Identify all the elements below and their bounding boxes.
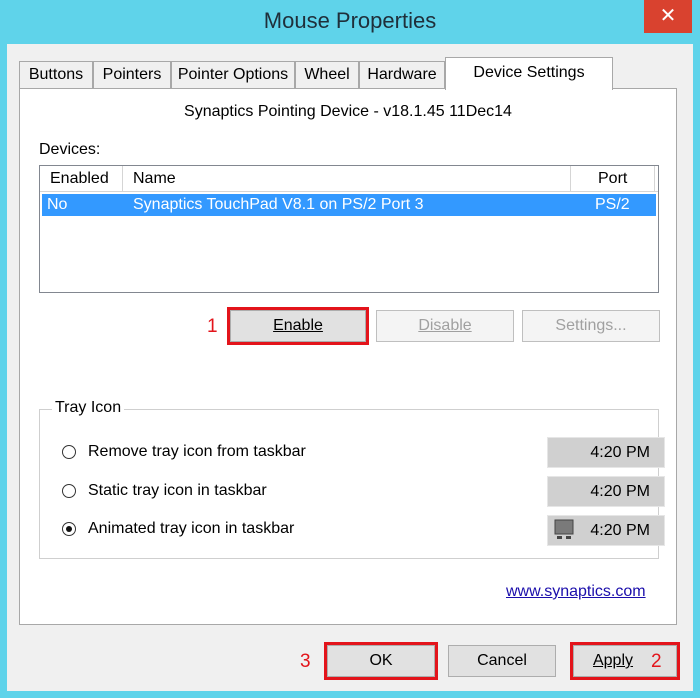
step-1-marker: 1: [207, 316, 218, 337]
tray-preview-time: 4:20 PM: [590, 522, 650, 539]
settings-button-label: Settings...: [555, 317, 627, 334]
tab-buttons[interactable]: Buttons: [19, 61, 93, 89]
tray-preview-remove: 4:20 PM: [547, 437, 665, 468]
synaptics-link[interactable]: www.synaptics.com: [506, 583, 646, 601]
tray-icon-group: Tray Icon Remove tray icon from taskbar …: [39, 399, 665, 559]
touchpad-tray-icon: [554, 519, 574, 539]
column-header-enabled[interactable]: Enabled: [40, 166, 123, 192]
tray-icon-group-label: Tray Icon: [52, 399, 125, 417]
radio-button[interactable]: [62, 445, 76, 459]
close-button[interactable]: ✕: [644, 0, 692, 33]
title-bar[interactable]: Mouse Properties ✕: [0, 0, 700, 44]
highlight-ok: [324, 642, 438, 680]
device-name-cell: Synaptics TouchPad V8.1 on PS/2 Port 3: [133, 196, 424, 213]
tab-device-settings[interactable]: Device Settings: [445, 57, 613, 90]
tray-preview-time: 4:20 PM: [590, 444, 650, 461]
devices-list-header: Enabled Name Port: [40, 166, 658, 192]
tab-wheel[interactable]: Wheel: [295, 61, 359, 89]
radio-label: Animated tray icon in taskbar: [88, 520, 295, 537]
disable-button-label: Disable: [418, 317, 472, 334]
devices-list[interactable]: Enabled Name Port No Synaptics TouchPad …: [39, 165, 659, 293]
step-3-marker: 3: [300, 651, 311, 672]
window-title: Mouse Properties: [263, 8, 437, 33]
devices-label: Devices:: [39, 141, 101, 158]
highlight-apply: [570, 642, 680, 680]
cancel-button[interactable]: Cancel: [448, 645, 556, 677]
column-header-port[interactable]: Port: [571, 166, 655, 192]
tray-preview-static: 4:20 PM: [547, 476, 665, 507]
column-header-name[interactable]: Name: [123, 166, 571, 192]
tab-pointer-options[interactable]: Pointer Options: [171, 61, 295, 89]
step-2-marker: 2: [651, 651, 662, 672]
disable-button[interactable]: Disable: [376, 310, 514, 342]
settings-button[interactable]: Settings...: [522, 310, 660, 342]
highlight-enable: [227, 307, 369, 345]
device-row[interactable]: No Synaptics TouchPad V8.1 on PS/2 Port …: [42, 194, 656, 216]
radio-button-checked[interactable]: [62, 522, 76, 536]
tray-preview-animated: 4:20 PM: [547, 515, 665, 546]
radio-label: Remove tray icon from taskbar: [88, 443, 306, 460]
device-enabled-cell: No: [47, 196, 68, 213]
device-heading: Synaptics Pointing Device - v18.1.45 11D…: [184, 103, 512, 120]
close-icon: ✕: [659, 5, 677, 27]
device-port-cell: PS/2: [595, 196, 630, 213]
radio-label: Static tray icon in taskbar: [88, 482, 267, 499]
tab-hardware[interactable]: Hardware: [359, 61, 445, 89]
tab-pointers[interactable]: Pointers: [93, 61, 171, 89]
tray-preview-time: 4:20 PM: [590, 483, 650, 500]
radio-button[interactable]: [62, 484, 76, 498]
device-settings-panel: Synaptics Pointing Device - v18.1.45 11D…: [19, 88, 677, 625]
cancel-button-label: Cancel: [477, 652, 527, 669]
